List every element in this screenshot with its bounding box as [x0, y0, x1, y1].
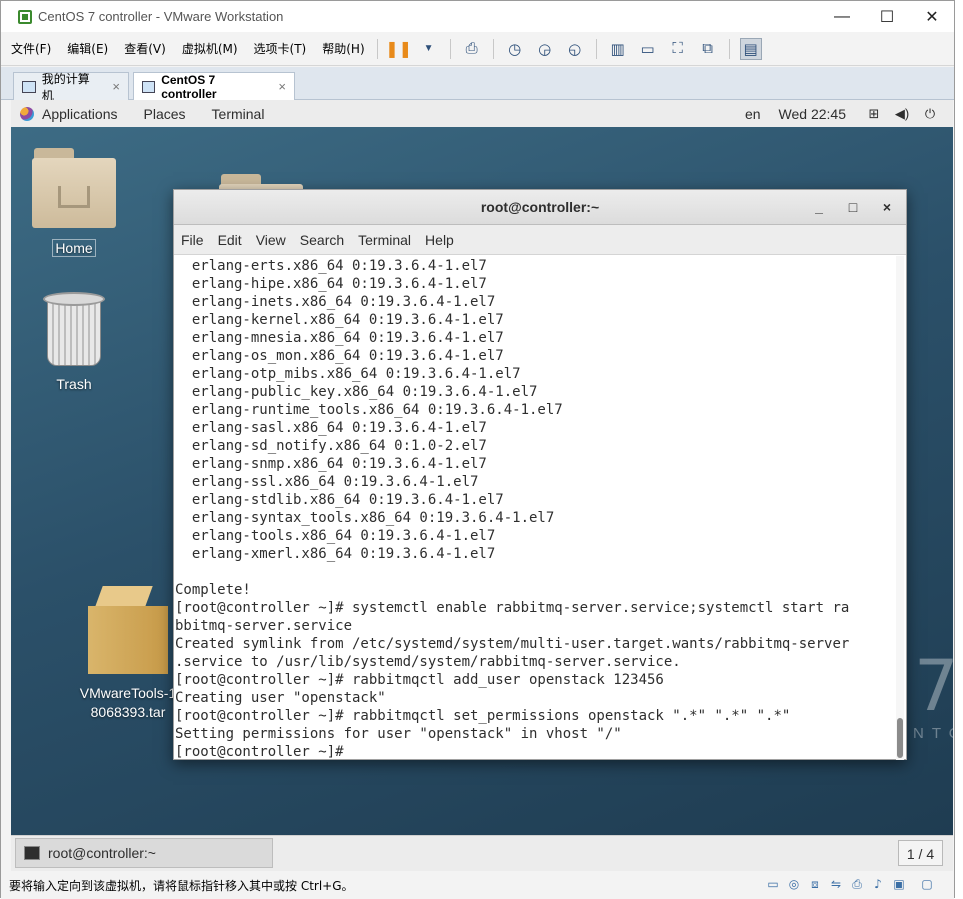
- pause-icon[interactable]: ❚❚: [385, 38, 412, 60]
- terminal-menubar: File Edit View Search Terminal Help: [174, 225, 906, 255]
- centos-watermark: 7: [914, 645, 953, 727]
- desktop-home-folder[interactable]: Home: [31, 148, 117, 257]
- input-language[interactable]: en: [745, 106, 761, 122]
- menu-vm[interactable]: 虚拟机(M): [182, 40, 238, 57]
- terminal-menu-search[interactable]: Search: [300, 232, 344, 248]
- sound-card-icon[interactable]: ♪: [869, 875, 887, 893]
- menu-view[interactable]: 查看(V): [124, 40, 166, 57]
- vm-icon: [142, 80, 156, 93]
- hard-disk-icon[interactable]: ▭: [764, 875, 782, 893]
- toolbar-separator: [492, 38, 494, 59]
- menubar: 文件(F) 编辑(E) 查看(V) 虚拟机(M) 选项卡(T) 帮助(H) ❚❚…: [1, 32, 954, 66]
- vm-tabbar: 我的计算机 × CentOS 7 controller ×: [1, 67, 954, 103]
- usb-icon[interactable]: ⇋: [827, 875, 845, 893]
- vmware-app-icon: [18, 9, 32, 24]
- vmtools-label-line2: 8068393.tar: [90, 704, 166, 720]
- terminal-menu-edit[interactable]: Edit: [218, 232, 242, 248]
- volume-icon[interactable]: ◀): [893, 105, 911, 123]
- toolbar-separator: [728, 38, 730, 59]
- computer-icon: [22, 80, 36, 93]
- snapshot-revert-icon[interactable]: ◶: [534, 38, 556, 60]
- snapshot-manager-icon[interactable]: ◵: [564, 38, 586, 60]
- archive-icon: [88, 586, 168, 676]
- maximize-button[interactable]: ☐: [864, 1, 910, 32]
- snapshot-take-icon[interactable]: ◷: [504, 38, 526, 60]
- terminal-close-button[interactable]: ×: [870, 190, 904, 225]
- unity-icon[interactable]: ⧉: [697, 38, 719, 60]
- terminal-output[interactable]: erlang-erts.x86_64 0:19.3.6.4-1.el7 erla…: [174, 256, 897, 760]
- device-icons: ▭ ◎ ⧈ ⇋ ⎙ ♪ ▣ ▢: [761, 875, 936, 893]
- terminal-menu[interactable]: Terminal: [212, 106, 265, 122]
- menu-file[interactable]: 文件(F): [11, 40, 51, 57]
- window-title: CentOS 7 controller - VMware Workstation: [38, 9, 284, 24]
- tab-close-icon[interactable]: ×: [278, 79, 286, 94]
- terminal-titlebar: root@controller:~ _ □ ×: [174, 190, 906, 225]
- terminal-menu-help[interactable]: Help: [425, 232, 454, 248]
- terminal-icon: [24, 846, 40, 860]
- menu-edit[interactable]: 编辑(E): [67, 40, 108, 57]
- close-button[interactable]: ✕: [909, 1, 955, 32]
- taskbar-terminal-label: root@controller:~: [48, 845, 156, 861]
- network-adapter-icon[interactable]: ⧈: [806, 875, 824, 893]
- toolbar-separator: [595, 38, 597, 59]
- gnome-taskbar: root@controller:~ 1 / 4: [11, 835, 953, 871]
- fullscreen-icon[interactable]: ⛶: [667, 38, 689, 60]
- terminal-maximize-button[interactable]: □: [836, 190, 870, 225]
- terminal-menu-file[interactable]: File: [181, 232, 204, 248]
- input-hint: 要将输入定向到该虚拟机，请将鼠标指针移入其中或按 Ctrl+G。: [9, 878, 354, 893]
- printer-icon[interactable]: ⎙: [848, 875, 866, 893]
- vmware-statusbar: 要将输入定向到该虚拟机，请将鼠标指针移入其中或按 Ctrl+G。 ▭ ◎ ⧈ ⇋…: [1, 871, 954, 899]
- desktop-vmwaretools-archive[interactable]: VMwareTools-1 8068393.tar: [73, 586, 183, 722]
- window-titlebar: CentOS 7 controller - VMware Workstation…: [1, 1, 954, 32]
- chevron-down-icon[interactable]: ▼: [418, 38, 440, 60]
- terminal-menu-terminal[interactable]: Terminal: [358, 232, 411, 248]
- clock[interactable]: Wed 22:45: [779, 106, 846, 122]
- minimize-button[interactable]: —: [819, 1, 865, 32]
- console-view-icon[interactable]: ▤: [739, 37, 762, 60]
- tab-centos-controller[interactable]: CentOS 7 controller ×: [133, 72, 295, 101]
- display-icon[interactable]: ▣: [890, 875, 908, 893]
- toolbar-separator: [376, 38, 378, 59]
- send-ctrl-alt-del-icon[interactable]: ⎙: [461, 38, 483, 60]
- guest-display[interactable]: Applications Places Terminal en Wed 22:4…: [11, 100, 953, 871]
- vmware-window: CentOS 7 controller - VMware Workstation…: [0, 0, 955, 899]
- tab-label: CentOS 7 controller: [161, 72, 217, 101]
- terminal-menu-view[interactable]: View: [256, 232, 286, 248]
- terminal-minimize-button[interactable]: _: [802, 190, 836, 225]
- message-icon[interactable]: ▢: [918, 875, 936, 893]
- menu-tabs[interactable]: 选项卡(T): [254, 40, 307, 57]
- home-label: Home: [52, 239, 96, 257]
- terminal-scrollbar[interactable]: [896, 256, 904, 760]
- home-folder-icon: [32, 148, 116, 230]
- applications-icon: [20, 106, 34, 121]
- thumbnail-bar-icon[interactable]: ▭: [637, 38, 659, 60]
- tab-my-computer[interactable]: 我的计算机 ×: [13, 72, 129, 103]
- tab-close-icon[interactable]: ×: [112, 79, 120, 94]
- system-tray: en Wed 22:45 ⊞ ◀) ⏻: [745, 100, 953, 127]
- trash-icon: [43, 292, 105, 368]
- toolbar-separator: [449, 38, 451, 59]
- cd-dvd-icon[interactable]: ◎: [785, 875, 803, 893]
- tab-label: 我的计算机: [41, 71, 90, 103]
- terminal-title: root@controller:~: [480, 199, 600, 215]
- vmtools-label-line1: VMwareTools-1: [79, 685, 177, 701]
- centos-watermark-text: NTO: [913, 725, 953, 742]
- desktop-trash[interactable]: Trash: [41, 292, 107, 392]
- menu-help[interactable]: 帮助(H): [322, 40, 364, 57]
- applications-menu[interactable]: Applications: [42, 106, 118, 122]
- terminal-scrollbar-thumb[interactable]: [897, 718, 903, 758]
- taskbar-terminal-button[interactable]: root@controller:~: [15, 838, 273, 868]
- network-icon[interactable]: ⊞: [865, 105, 883, 123]
- terminal-window[interactable]: root@controller:~ _ □ × File Edit View S…: [173, 189, 907, 760]
- gnome-top-bar: Applications Places Terminal en Wed 22:4…: [11, 100, 953, 127]
- sidebar-toggle-icon[interactable]: ▥: [607, 38, 629, 60]
- power-icon[interactable]: ⏻: [921, 105, 939, 123]
- trash-label: Trash: [56, 376, 92, 392]
- places-menu[interactable]: Places: [144, 106, 186, 122]
- workspace-switcher[interactable]: 1 / 4: [898, 840, 943, 866]
